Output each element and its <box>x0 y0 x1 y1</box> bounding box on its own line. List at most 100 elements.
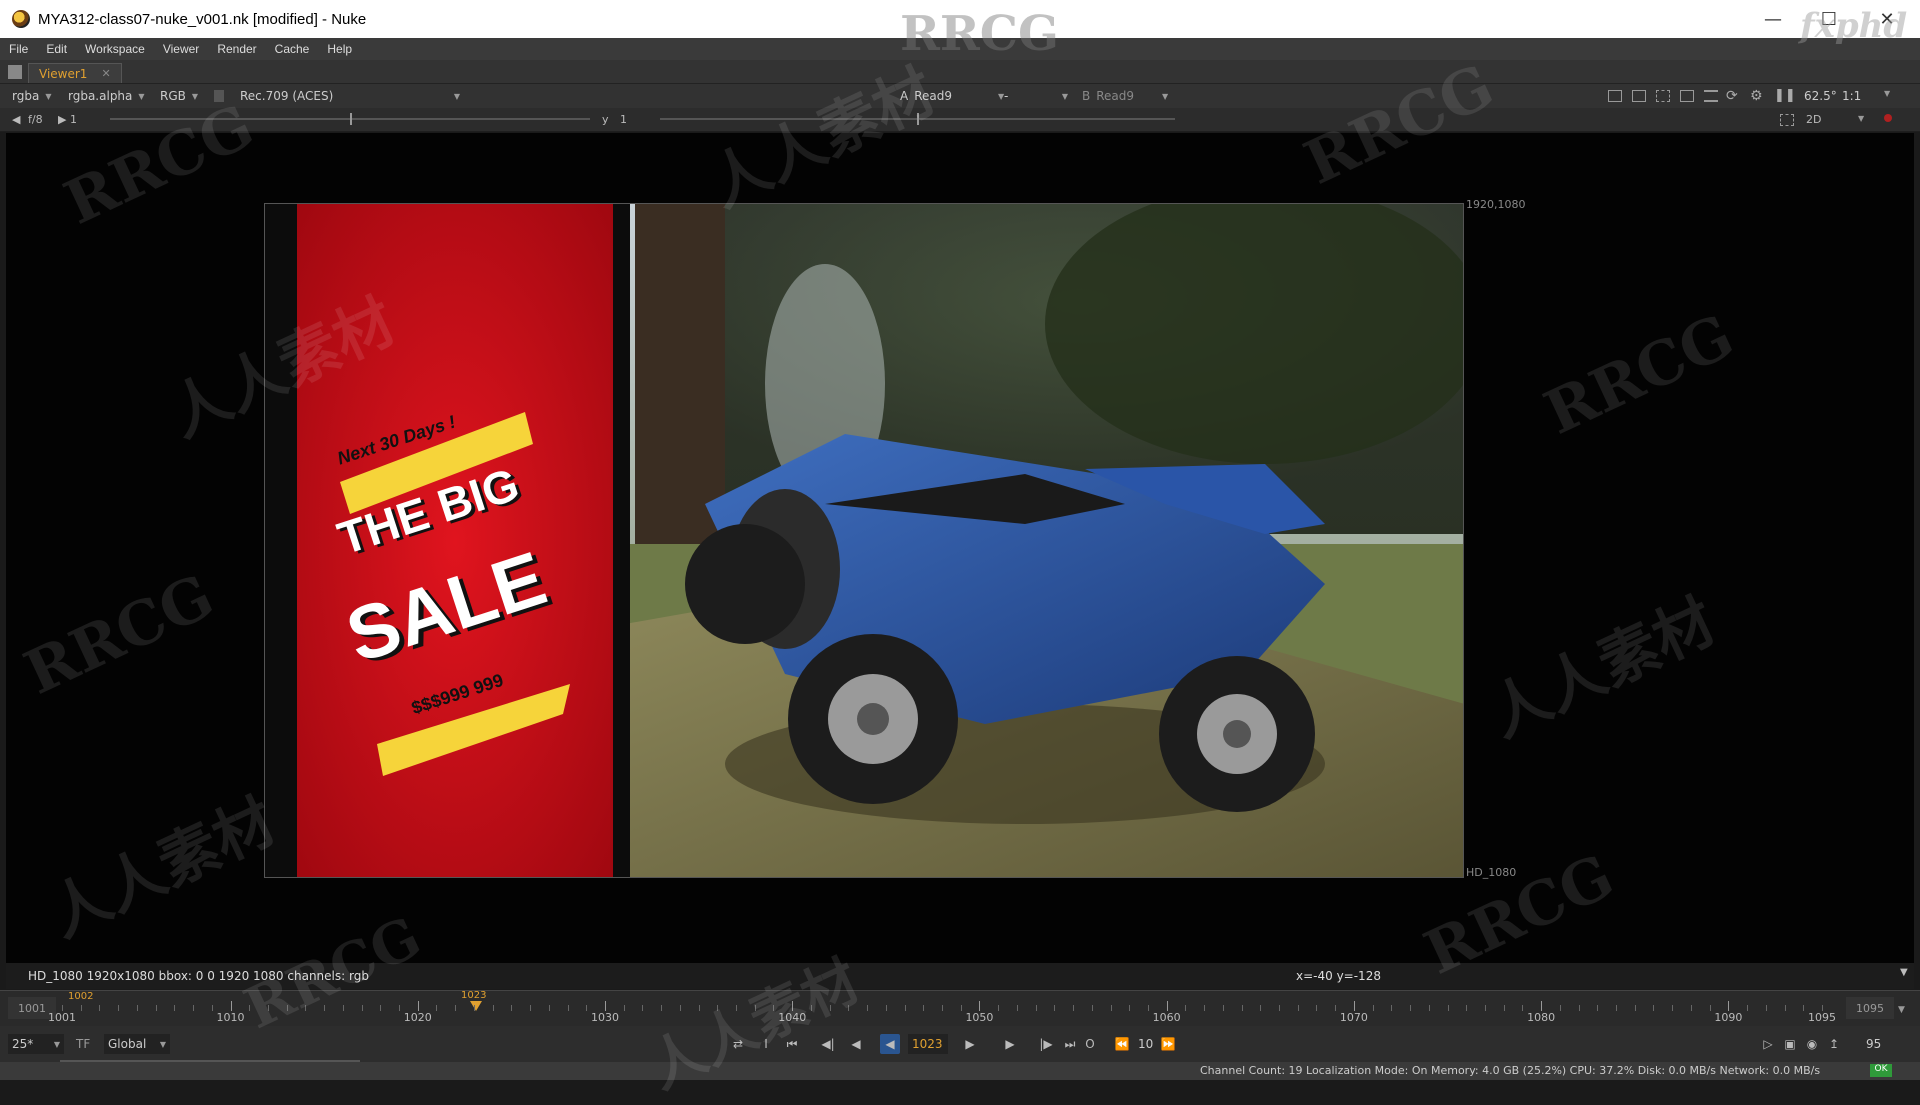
close-icon[interactable]: ✕ <box>1864 0 1910 38</box>
timeline[interactable]: 1001 1095 1002 1023 ▼ 1001 1010 1020 1030 10… <box>0 990 1920 1026</box>
info-bar-menu-icon[interactable]: ▼ <box>1900 967 1908 978</box>
timeline-tick <box>1185 1005 1187 1011</box>
proxy-value[interactable]: 1:1 <box>1842 89 1861 103</box>
cursor-position-text: x=-40 y=-128 <box>1296 969 1381 983</box>
gain-left-arrow-icon[interactable]: ◀ <box>12 113 20 126</box>
end-frame-field[interactable]: 95 <box>1862 1034 1885 1054</box>
menu-file[interactable]: File <box>0 42 37 56</box>
timeline-label: 1030 <box>590 1011 619 1024</box>
timeline-tick <box>942 1005 943 1011</box>
in-point-icon[interactable]: I <box>756 1034 776 1054</box>
refresh-icon[interactable]: ⟳ <box>1726 88 1738 104</box>
tab-close-icon[interactable]: ✕ <box>101 67 110 80</box>
tf-dropdown[interactable]: TF <box>72 1034 94 1054</box>
operation-dropdown[interactable]: - ▼ <box>1004 88 1068 104</box>
timeline-tick <box>1129 1005 1131 1011</box>
colorspace-dropdown[interactable]: Rec.709 (ACES) ▼ <box>240 88 460 104</box>
input-b-label: B <box>1082 89 1091 103</box>
overlay-icon[interactable] <box>1680 90 1694 102</box>
first-frame-icon[interactable]: ⏮ <box>782 1034 802 1054</box>
chevron-down-icon[interactable]: ▼ <box>1884 89 1890 98</box>
flipbook-icon[interactable]: ▷ <box>1758 1034 1778 1054</box>
stop-icon[interactable]: ▣ <box>1780 1034 1800 1054</box>
skip-back-icon[interactable]: ⏪ <box>1112 1034 1132 1054</box>
timeline-tick <box>661 1005 663 1011</box>
settings-icon[interactable]: ⚙ <box>1750 88 1763 104</box>
chevron-down-icon[interactable]: ▼ <box>1858 114 1864 123</box>
display-dropdown[interactable]: RGB ▼ <box>160 88 198 104</box>
gamma-value[interactable]: 1 <box>620 113 627 126</box>
menu-render[interactable]: Render <box>208 42 265 56</box>
timeline-tick <box>1035 1005 1037 1011</box>
timeline-tick <box>361 1005 363 1011</box>
record-icon[interactable] <box>1884 114 1892 122</box>
menu-help[interactable]: Help <box>318 42 361 56</box>
fstop-value: f/8 <box>28 113 43 126</box>
skip-forward-icon[interactable]: ⏩ <box>1158 1034 1178 1054</box>
timeline-tick <box>174 1005 176 1011</box>
minimize-icon[interactable]: — <box>1750 0 1796 38</box>
input-a-dropdown[interactable]: A Read9 ▼ <box>900 88 1004 104</box>
channels-dropdown[interactable]: rgba ▼ <box>12 88 51 104</box>
current-frame-field[interactable]: 1023 <box>908 1034 948 1054</box>
timeline-tick <box>1803 1005 1805 1011</box>
alpha-channel-dropdown[interactable]: rgba.alpha ▼ <box>68 88 145 104</box>
menu-cache[interactable]: Cache <box>266 42 319 56</box>
maximize-icon[interactable]: ☐ <box>1806 0 1852 38</box>
viewer-gain-gamma-bar: ◀ f/8 ▶ 1 y 1 2D ▼ <box>0 108 1920 132</box>
timeline-tick <box>1484 1005 1486 1011</box>
menu-viewer[interactable]: Viewer <box>154 42 208 56</box>
step-back-icon[interactable]: ◀ <box>846 1034 866 1054</box>
timeline-tick <box>1428 1005 1430 1011</box>
timeline-tick <box>1073 1005 1075 1011</box>
export-icon[interactable]: ↥ <box>1824 1034 1844 1054</box>
input-b-dropdown[interactable]: B Read9 ▼ <box>1082 88 1168 104</box>
pane-menu-icon[interactable] <box>8 65 22 79</box>
timeline-menu-icon[interactable]: ▼ <box>1898 1005 1905 1015</box>
timeline-label: 1070 <box>1339 1011 1368 1024</box>
prev-keyframe-icon[interactable]: ◀| <box>818 1034 838 1054</box>
gain-slider-handle[interactable] <box>350 113 352 125</box>
format-name-label: HD_1080 <box>1466 866 1517 879</box>
last-frame-icon[interactable]: ⏭ <box>1060 1034 1080 1054</box>
zoom-value[interactable]: 62.5° <box>1804 89 1837 103</box>
clipping-warning-icon[interactable] <box>1656 90 1670 102</box>
input-a-label: A <box>900 89 909 103</box>
gamma-slider-handle[interactable] <box>917 113 919 125</box>
timeline-tick <box>1709 1005 1711 1011</box>
timeline-tick <box>1054 1005 1056 1011</box>
pause-icon[interactable]: ❚❚ <box>1774 88 1796 103</box>
playhead-icon[interactable] <box>470 1001 482 1011</box>
timeline-tick <box>829 1005 831 1011</box>
region-icon[interactable] <box>1632 90 1646 102</box>
in-marker-label: 1002 <box>68 991 94 1002</box>
guides-icon[interactable] <box>1704 90 1718 102</box>
play-forward-icon[interactable]: ▶ <box>960 1034 980 1054</box>
ip-icon[interactable] <box>214 90 224 102</box>
next-keyframe-icon[interactable]: |▶ <box>1036 1034 1056 1054</box>
view-mode-value[interactable]: 2D <box>1806 113 1821 126</box>
out-point-icon[interactable]: O <box>1080 1034 1100 1054</box>
gain-value[interactable]: 1 <box>70 113 77 126</box>
fps-dropdown[interactable]: 25* ▼ <box>8 1034 64 1054</box>
format-corner-label: 1920,1080 <box>1466 198 1526 211</box>
step-forward-icon[interactable]: ▶ <box>1000 1034 1020 1054</box>
timeline-tick <box>1728 1001 1730 1011</box>
frame-increment-field[interactable]: 10 <box>1134 1034 1157 1054</box>
range-mode-dropdown[interactable]: Global ▼ <box>104 1034 170 1054</box>
play-backward-icon[interactable]: ◀ <box>880 1034 900 1054</box>
timeline-out-frame[interactable]: 1095 <box>1846 997 1894 1019</box>
gain-right-arrow-icon[interactable]: ▶ <box>58 113 66 126</box>
timeline-tick <box>623 1005 625 1011</box>
menu-workspace[interactable]: Workspace <box>76 42 154 56</box>
roi-toggle-icon[interactable] <box>1780 114 1794 126</box>
timeline-tick <box>1447 1005 1449 1011</box>
lock-icon[interactable]: ◉ <box>1802 1034 1822 1054</box>
chevron-down-icon: ▼ <box>138 91 145 101</box>
loop-mode-icon[interactable]: ⇄ <box>728 1034 748 1054</box>
menu-edit[interactable]: Edit <box>37 42 76 56</box>
timeline-tick <box>1747 1005 1749 1011</box>
roi-icon[interactable] <box>1608 90 1622 102</box>
tab-viewer1[interactable]: Viewer1 ✕ <box>28 63 122 83</box>
range-mode-value: Global <box>108 1037 147 1051</box>
